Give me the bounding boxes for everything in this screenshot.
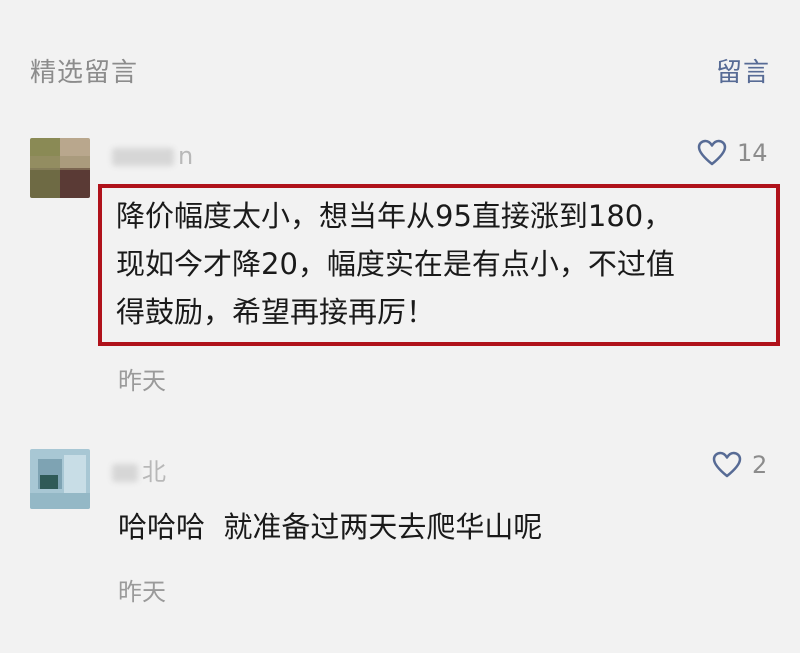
like-button[interactable]: 14 [697,139,768,167]
comment-text-line: 哈哈哈 就准备过两天去爬华山呢 [118,510,543,544]
comment-text: 哈哈哈 就准备过两天去爬华山呢 [118,503,542,551]
name-text: n [178,142,194,170]
like-button[interactable]: 2 [712,451,767,479]
name-text: 北 [142,458,166,486]
commenter-name[interactable]: 北 [112,452,166,487]
comment-time: 昨天 [118,578,166,606]
heart-outline-icon [712,451,742,478]
blurred-name-mask [112,464,138,482]
avatar[interactable] [30,138,90,198]
comment-text-line: 降价幅度太小，想当年从95直接涨到180， [116,199,673,233]
blurred-name-mask [112,148,174,166]
like-count: 14 [737,139,768,167]
commenter-name[interactable]: n [112,142,193,170]
avatar[interactable] [30,449,90,509]
comment-text-line: 得鼓励，希望再接再厉！ [116,295,436,329]
comment-text-line: 现如今才降20，幅度实在是有点小，不过值 [116,247,675,281]
like-count: 2 [752,451,768,479]
write-comment-button[interactable]: 留言 [716,52,770,89]
comment-text: 降价幅度太小，想当年从95直接涨到180， 现如今才降20，幅度实在是有点小，不… [116,192,675,336]
heart-outline-icon [697,139,727,166]
comment-time: 昨天 [118,367,166,395]
section-title: 精选留言 [30,58,139,88]
